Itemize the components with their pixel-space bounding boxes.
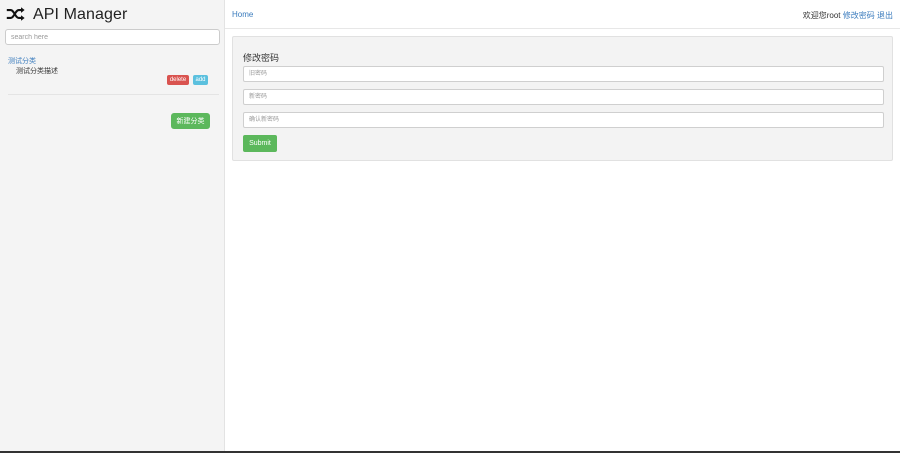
- app-root: API Manager 测试分类 测试分类描述 delete add 新建分类 …: [0, 0, 900, 453]
- new-password-field[interactable]: [243, 89, 884, 105]
- category-description: 测试分类描述: [16, 68, 58, 75]
- panel-title: 修改密码: [243, 53, 280, 63]
- shuffle-icon: [6, 6, 25, 25]
- welcome-text: 欢迎您root: [802, 11, 841, 20]
- logout-link[interactable]: 退出: [877, 11, 893, 20]
- app-title: API Manager: [33, 6, 128, 23]
- old-password-field[interactable]: [243, 66, 884, 82]
- confirm-password-field[interactable]: [243, 112, 884, 128]
- sidebar: API Manager 测试分类 测试分类描述 delete add 新建分类: [0, 0, 225, 451]
- add-api-button[interactable]: add: [193, 75, 208, 85]
- submit-button[interactable]: Submit: [243, 135, 277, 152]
- brand[interactable]: API Manager: [6, 5, 127, 25]
- home-link[interactable]: Home: [232, 10, 253, 19]
- new-category-button[interactable]: 新建分类: [171, 113, 210, 129]
- delete-category-button[interactable]: delete: [167, 75, 189, 85]
- change-password-link[interactable]: 修改密码: [843, 11, 875, 20]
- change-password-panel: 修改密码 Submit: [232, 36, 893, 161]
- search-input[interactable]: [5, 29, 220, 45]
- top-nav: Home 欢迎您root 修改密码 退出: [225, 0, 900, 29]
- category-link[interactable]: 测试分类: [8, 56, 36, 66]
- user-info: 欢迎您root 修改密码 退出: [803, 10, 893, 21]
- divider: [8, 94, 219, 95]
